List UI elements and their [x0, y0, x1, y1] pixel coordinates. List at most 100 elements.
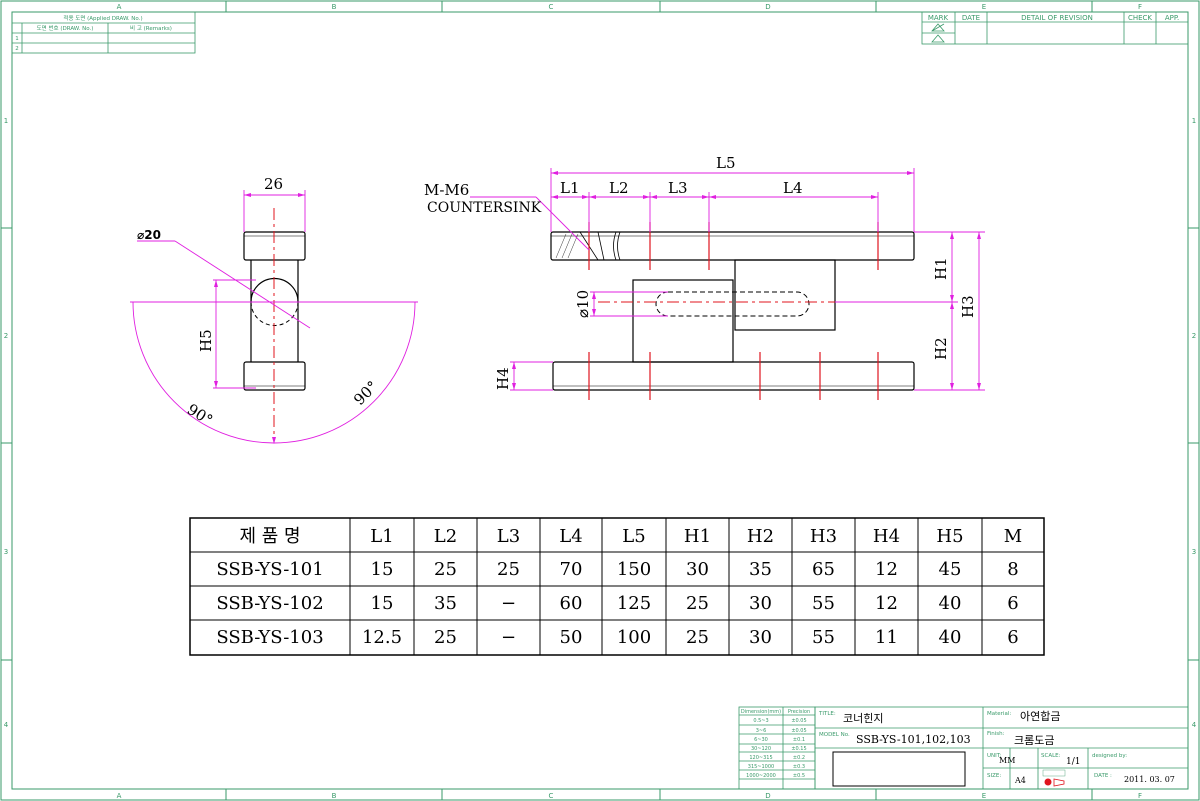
countersink-label: COUNTERSINK: [427, 200, 542, 216]
spec-header-l1: L1: [370, 526, 393, 547]
col-label: D: [765, 792, 770, 800]
tolerance-range-cell: 1000~2000: [746, 773, 776, 779]
applied-header: 적용 도면 (Applied DRAW. No.): [63, 14, 142, 22]
row-label: 2: [4, 332, 8, 340]
row-label: 2: [1192, 332, 1196, 340]
material-label: Material:: [987, 711, 1011, 717]
col-label: D: [765, 3, 770, 11]
spec-value-cell: 40: [939, 593, 962, 614]
spec-header-m: M: [1004, 526, 1022, 547]
spec-header-l2: L2: [434, 526, 457, 547]
tolerance-range-cell: 6~30: [754, 737, 768, 743]
spec-value-cell: 25: [434, 559, 457, 580]
spec-value-cell: 35: [749, 559, 772, 580]
spec-value-cell: −: [501, 593, 516, 614]
col-label: E: [982, 3, 986, 11]
tolerance-header-dimension: Dimension(mm): [741, 709, 781, 715]
spec-value-cell: 150: [617, 559, 651, 580]
spec-value-cell: 25: [434, 627, 457, 648]
spec-value-cell: 6: [1007, 627, 1018, 648]
side-view: 26 ⌀20 H5 90° 90°: [130, 175, 418, 444]
dim-l1: L1: [560, 179, 580, 197]
technical-drawing: A B C D E F A B C D E F 1 2 3 4 1 2 3 4 …: [0, 0, 1200, 801]
spec-value-cell: 25: [497, 559, 520, 580]
projection-symbol-icon: [1042, 769, 1066, 787]
spec-value-cell: 55: [812, 593, 835, 614]
drawing-number-box: [832, 751, 966, 787]
col-label: B: [332, 3, 337, 11]
applied-row-num: 1: [15, 36, 19, 42]
spec-value-cell: 15: [371, 593, 394, 614]
title-block: Dimension(mm) Precision 0.5~3 ±0.05 3~6 ±0.05…: [738, 706, 1189, 790]
tolerance-precision-cell: ±0.1: [793, 737, 805, 743]
title-label: TITLE:: [818, 711, 836, 717]
row-label: 4: [4, 721, 9, 729]
spec-header-h1: H1: [684, 526, 711, 547]
revision-header-mark: MARK: [928, 14, 949, 22]
spec-table: 제 품 명 L1 L2 L3 L4 L5 H1 H2 H3 H4 H5 M SSB-YS-101 15 25…: [189, 517, 1045, 656]
col-label: F: [1138, 792, 1142, 800]
spec-header-h2: H2: [747, 526, 774, 547]
revision-header-check: CHECK: [1128, 14, 1152, 22]
scale-label: SCALE:: [1041, 753, 1061, 759]
front-knuckle: [734, 259, 836, 331]
dim-l5: L5: [716, 154, 736, 172]
tolerance-precision-cell: ±0.5: [793, 773, 805, 779]
col-label: C: [549, 3, 554, 11]
tolerance-precision-cell: ±0.15: [791, 746, 806, 752]
dim-l3: L3: [668, 179, 688, 197]
revision-header-detail: DETAIL OF REVISION: [1021, 14, 1093, 22]
spec-value-cell: 45: [939, 559, 962, 580]
spec-header-h3: H3: [810, 526, 837, 547]
unit-value: MM: [999, 756, 1015, 765]
tolerance-precision-cell: ±0.05: [791, 718, 806, 724]
spec-value-cell: 12.5: [362, 627, 402, 648]
spec-value-cell: 35: [434, 593, 457, 614]
dim-l2: L2: [609, 179, 629, 197]
material-value: 아연합금: [1020, 710, 1060, 723]
revision-header-date: DATE: [962, 14, 980, 22]
spec-value-cell: 15: [371, 559, 394, 580]
front-view: L5 L1 L2 L3 L4 M-M6 COUNTERSINK H1 H2 H3…: [424, 154, 985, 400]
spec-value-cell: 60: [560, 593, 583, 614]
spec-header-l5: L5: [622, 526, 645, 547]
size-label: SIZE:: [987, 773, 1001, 779]
dim-h2: H2: [932, 337, 950, 360]
dim-h4: H4: [494, 367, 512, 390]
tolerance-precision-cell: ±0.2: [793, 755, 805, 761]
tolerance-precision-cell: ±0.05: [791, 728, 806, 734]
dim-l4: L4: [783, 179, 803, 197]
model-label: MODEL No.: [819, 732, 850, 738]
applied-col-drawno: 도면 번호 (DRAW. No.): [37, 24, 94, 32]
dim-26: 26: [264, 175, 283, 193]
spec-value-cell: 30: [749, 627, 772, 648]
spec-value-cell: 25: [686, 593, 709, 614]
row-label: 4: [1192, 721, 1197, 729]
tolerance-header-precision: Precision: [788, 709, 810, 715]
row-label: 1: [4, 117, 8, 125]
date-value: 2011. 03. 07: [1124, 775, 1175, 784]
spec-model-cell: SSB-YS-103: [216, 627, 323, 648]
date-label: DATE :: [1094, 773, 1112, 779]
spec-value-cell: 30: [749, 593, 772, 614]
dim-h3: H3: [959, 295, 977, 318]
col-label: E: [982, 792, 986, 800]
angle-90-left: 90°: [184, 400, 216, 429]
dim-dia-20: ⌀20: [137, 228, 161, 242]
spec-value-cell: 8: [1007, 559, 1018, 580]
revision-header-app: APP.: [1165, 14, 1179, 22]
finish-label: Finish:: [987, 731, 1005, 737]
applied-col-remarks: 비 고 (Remarks): [130, 24, 172, 32]
dim-dia-10: ⌀10: [574, 290, 592, 318]
dim-h1: H1: [932, 257, 950, 280]
spec-header-product-name: 제 품 명: [239, 526, 300, 547]
spec-header-h5: H5: [936, 526, 963, 547]
col-label: F: [1138, 3, 1142, 11]
tolerance-range-cell: 30~120: [751, 746, 771, 752]
spec-value-cell: 55: [812, 627, 835, 648]
spec-header-l3: L3: [497, 526, 520, 547]
designed-label: designed by:: [1092, 753, 1127, 759]
row-label: 1: [1192, 117, 1196, 125]
spec-value-cell: 30: [686, 559, 709, 580]
spec-value-cell: −: [501, 627, 516, 648]
